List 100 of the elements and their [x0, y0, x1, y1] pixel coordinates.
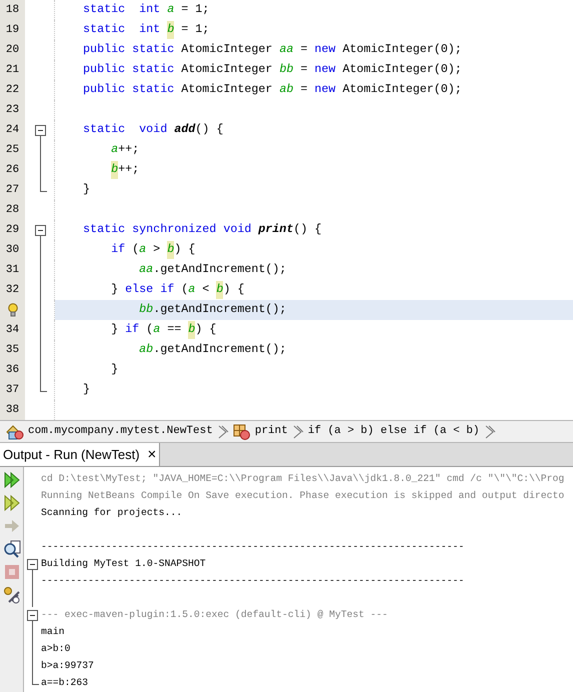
code-text: ( — [146, 321, 154, 338]
code-text: () { — [195, 121, 224, 138]
line-number: 37 — [6, 382, 20, 398]
chevron-icon — [292, 424, 304, 440]
line-number: 28 — [6, 202, 20, 218]
line-number: 21 — [6, 62, 20, 78]
code-text: ++; — [118, 161, 140, 178]
line-number: 19 — [6, 22, 20, 38]
code-text: } — [111, 321, 120, 338]
line-number: 27 — [6, 182, 20, 198]
code-text: ) { — [195, 321, 216, 338]
code-text: == — [166, 321, 182, 338]
code-text: AtomicInteger — [181, 41, 274, 58]
output-line: --- exec-maven-plugin:1.5.0:exec (default-cli) @ MyTest --- — [41, 608, 388, 622]
output-line: a==b:263 — [41, 676, 88, 690]
fold-toggle-icon[interactable] — [26, 559, 38, 570]
line-number: 30 — [6, 242, 20, 258]
code-field: b — [111, 161, 118, 179]
code-text: () { — [293, 221, 322, 238]
code-method-name: add — [174, 121, 196, 138]
code-keyword: static synchronized void — [83, 221, 252, 238]
code-keyword: new — [314, 41, 337, 58]
method-icon — [232, 424, 251, 440]
chevron-icon — [484, 424, 496, 440]
code-text: ( — [132, 241, 140, 258]
line-number: 35 — [6, 342, 20, 358]
close-button[interactable]: × — [148, 447, 156, 462]
code-field: ab — [139, 341, 154, 359]
code-text: < — [201, 281, 210, 298]
output-line: ------------------------------------------------------------------------ — [41, 540, 464, 554]
output-line: b>a:99737 — [41, 659, 94, 674]
code-keyword: new — [314, 81, 337, 98]
code-keyword: static int — [83, 21, 162, 38]
line-number: 32 — [6, 282, 20, 298]
code-text: = — [299, 81, 309, 98]
code-text: ) { — [174, 241, 196, 258]
code-keyword: public static — [83, 61, 176, 78]
code-keyword: if — [111, 241, 126, 258]
output-tab[interactable]: Output - Run (NewTest) × — [0, 443, 160, 466]
code-field: aa — [279, 41, 294, 59]
code-field: b — [167, 241, 174, 259]
line-number: 20 — [6, 42, 20, 58]
line-number: 18 — [6, 2, 20, 18]
line-number: 25 — [6, 142, 20, 158]
fold-end-line — [40, 180, 46, 192]
code-text: ) { — [223, 281, 244, 298]
code-field: a — [153, 321, 160, 339]
fold-toggle-icon[interactable] — [34, 224, 46, 236]
output-line: cd D:\test\MyTest; "JAVA_HOME=C:\\Program Files\\Java\\jdk1.8.0_221" cmd /c "\"\"C:\\Prog — [41, 472, 564, 486]
code-text: = 1; — [180, 21, 210, 38]
code-field: a — [111, 141, 118, 159]
code-text: .getAndIncrement(); — [153, 301, 286, 318]
line-number: 34 — [6, 322, 20, 338]
code-keyword: static void — [83, 121, 168, 138]
lightbulb-icon[interactable] — [8, 303, 18, 317]
code-text: AtomicInteger(0); — [342, 41, 462, 58]
search-icon[interactable] — [2, 540, 20, 558]
code-field: ab — [279, 81, 294, 99]
code-text: ( — [181, 281, 188, 298]
code-keyword: if — [125, 321, 140, 338]
code-text: AtomicInteger — [181, 81, 274, 98]
line-number: 24 — [6, 122, 20, 138]
code-text: .getAndIncrement(); — [153, 261, 286, 278]
rerun-options-icon[interactable] — [2, 494, 20, 512]
breadcrumb-item[interactable]: if (a > b) else if (a < b) — [308, 423, 480, 440]
code-text: AtomicInteger — [181, 61, 274, 78]
output-line: Building MyTest 1.0-SNAPSHOT — [41, 557, 206, 572]
code-field: bb — [279, 61, 294, 79]
rerun-icon[interactable] — [2, 471, 20, 489]
fold-toggle-icon[interactable] — [26, 610, 38, 621]
code-field: bb — [139, 301, 154, 319]
code-text: } — [111, 281, 120, 298]
code-text: AtomicInteger(0); — [342, 81, 462, 98]
line-number: 38 — [6, 402, 20, 418]
code-method-name: print — [258, 221, 294, 238]
line-number: 22 — [6, 82, 20, 98]
code-field: b — [167, 21, 174, 39]
code-field: a — [167, 1, 174, 19]
code-field: aa — [139, 261, 154, 279]
code-keyword: else if — [125, 281, 176, 298]
code-text: .getAndIncrement(); — [153, 341, 286, 358]
settings-icon[interactable] — [2, 586, 20, 604]
breadcrumb-item[interactable]: print — [254, 423, 288, 440]
fold-end-line — [40, 380, 46, 392]
code-text: = — [299, 41, 309, 58]
code-text: } — [83, 381, 90, 398]
code-text: AtomicInteger(0); — [342, 61, 462, 78]
fold-toggle-icon[interactable] — [34, 124, 46, 136]
code-field: a — [139, 241, 146, 259]
code-field: a — [188, 281, 196, 299]
line-number: 31 — [6, 262, 20, 278]
code-keyword: new — [314, 61, 337, 78]
output-line: Running NetBeans Compile On Save execution. Phase execution is skipped and output directo — [41, 489, 564, 504]
line-number: 23 — [6, 102, 20, 118]
code-field: b — [188, 321, 196, 339]
code-text: ++; — [118, 141, 140, 158]
code-text: = — [299, 61, 309, 78]
line-number: 36 — [6, 362, 20, 378]
breadcrumb-item[interactable]: com.mycompany.mytest.NewTest — [28, 423, 213, 440]
code-keyword: public static — [83, 81, 176, 98]
